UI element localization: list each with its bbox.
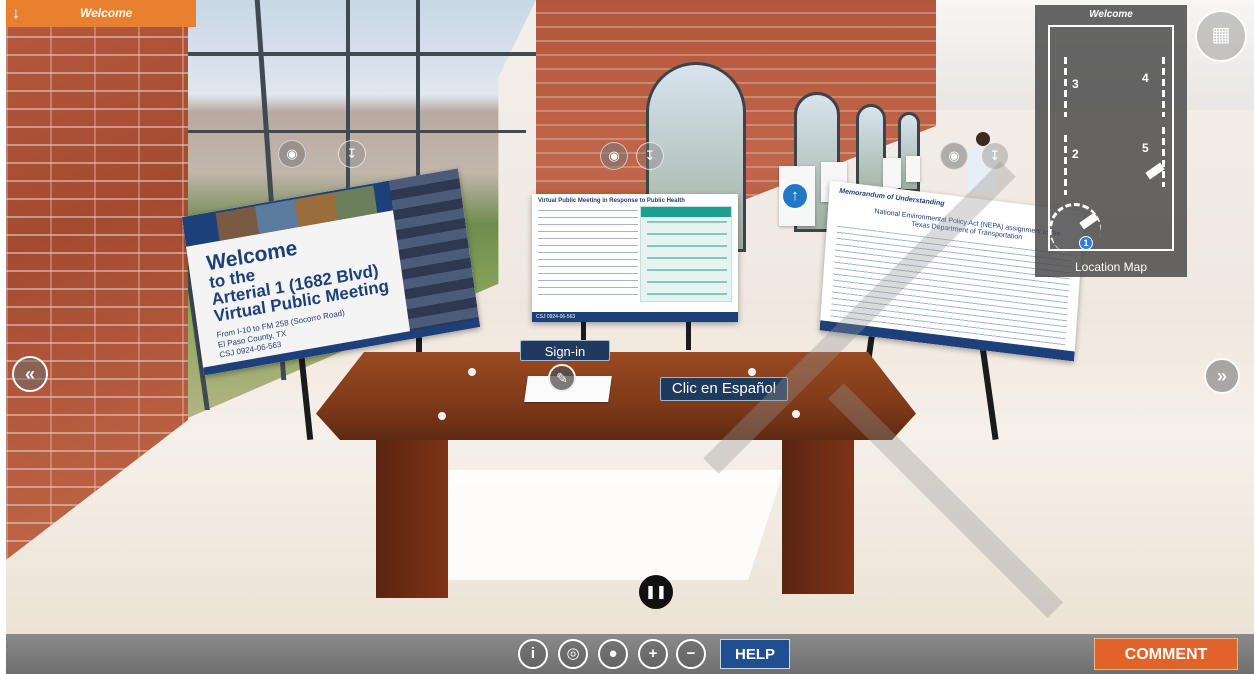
bottom-toolbar: i ◎ ● + − HELP COMMENT bbox=[6, 634, 1254, 674]
pencil-icon[interactable]: ✎ bbox=[548, 364, 576, 392]
location-map-panel[interactable]: Welcome 3 4 2 5 1 Location Map bbox=[1035, 5, 1187, 277]
globe-icon[interactable]: ◎ bbox=[558, 639, 588, 669]
zoom-in-icon[interactable]: + bbox=[638, 639, 668, 669]
table-marker bbox=[438, 412, 446, 420]
far-board[interactable] bbox=[906, 156, 920, 182]
map-label: Location Map bbox=[1074, 260, 1148, 274]
map-station-1[interactable]: 1 bbox=[1079, 236, 1093, 250]
pause-icon[interactable]: ❚❚ bbox=[639, 575, 673, 609]
previous-scene-icon[interactable]: « bbox=[12, 356, 48, 392]
welcome-tab-label: Welcome bbox=[80, 6, 133, 20]
table-marker bbox=[792, 410, 800, 418]
board-text-lines bbox=[538, 210, 638, 300]
easel-leg bbox=[686, 320, 691, 350]
welcome-menu-tab[interactable]: ↓ Welcome bbox=[6, 0, 196, 27]
next-scene-icon[interactable]: » bbox=[1204, 358, 1240, 394]
map-title: Welcome bbox=[1089, 9, 1133, 20]
map-station-4[interactable]: 4 bbox=[1142, 71, 1149, 85]
public-health-board[interactable]: Virtual Public Meeting in Response to Pu… bbox=[532, 194, 738, 322]
view-eye-icon[interactable]: ◉ bbox=[600, 142, 628, 170]
down-arrow-icon: ↓ bbox=[12, 5, 20, 22]
map-toggle-icon[interactable]: ▦ bbox=[1195, 10, 1247, 62]
map-wall-dash bbox=[1064, 135, 1067, 195]
info-panel-lines bbox=[647, 221, 727, 297]
table-marker bbox=[468, 368, 476, 376]
sign-in-button[interactable]: Sign-in bbox=[520, 340, 610, 361]
comment-button[interactable]: COMMENT bbox=[1094, 638, 1238, 670]
table-leg bbox=[782, 430, 854, 594]
board-info-panel bbox=[640, 206, 732, 302]
map-wall-dash bbox=[1064, 57, 1067, 117]
location-pin-icon[interactable]: ● bbox=[598, 639, 628, 669]
map-station-5[interactable]: 5 bbox=[1142, 141, 1149, 155]
map-station-2[interactable]: 2 bbox=[1072, 147, 1079, 161]
map-wall-dash bbox=[1162, 127, 1165, 187]
map-station-3[interactable]: 3 bbox=[1072, 77, 1079, 91]
map-wall-dash bbox=[1162, 57, 1165, 117]
view-eye-icon[interactable]: ◉ bbox=[940, 142, 968, 170]
help-button[interactable]: HELP bbox=[720, 639, 790, 669]
board-heading: Memorandum of Understanding bbox=[839, 187, 945, 208]
board-heading: Virtual Public Meeting in Response to Pu… bbox=[538, 198, 685, 204]
download-icon[interactable]: ↧ bbox=[636, 142, 664, 170]
floor-sunlight bbox=[408, 470, 784, 580]
info-panel-header bbox=[641, 207, 731, 217]
table-marker bbox=[748, 368, 756, 376]
info-icon[interactable]: i bbox=[518, 639, 548, 669]
download-icon[interactable]: ↧ bbox=[338, 140, 366, 168]
table-leg bbox=[376, 430, 448, 598]
far-board[interactable] bbox=[883, 158, 901, 188]
zoom-out-icon[interactable]: − bbox=[676, 639, 706, 669]
view-eye-icon[interactable]: ◉ bbox=[278, 140, 306, 168]
move-forward-arrow-icon[interactable]: ↑ bbox=[781, 182, 809, 210]
board-footer: CSJ 0924-06-563 bbox=[532, 312, 738, 322]
